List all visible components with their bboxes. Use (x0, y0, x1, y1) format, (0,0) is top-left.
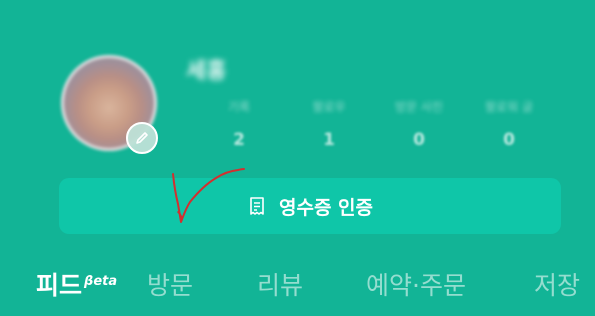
stat-followers[interactable]: 팔로워 글 0 (464, 98, 554, 150)
stat-value: 0 (503, 130, 515, 150)
profile-header: 세홍 기록 2 팔로우 1 방문 사진 0 팔로워 글 0 (0, 0, 595, 170)
pencil-icon (136, 132, 148, 144)
receipt-verify-label: 영수증 인증 (278, 196, 373, 219)
stat-label: 팔로워 글 (485, 100, 533, 114)
stat-value: 1 (323, 130, 335, 150)
stat-following[interactable]: 팔로우 1 (284, 98, 374, 150)
stat-value: 0 (413, 130, 425, 150)
profile-tabs: 피드 βeta 방문 리뷰 예약·주문 저장 (0, 266, 595, 314)
tab-feed[interactable]: 피드 βeta (36, 266, 117, 302)
stat-label: 팔로우 (312, 100, 346, 114)
tab-saved[interactable]: 저장 (534, 266, 580, 302)
stat-records[interactable]: 기록 2 (194, 98, 284, 150)
stat-label: 기록 (227, 100, 251, 114)
stat-photos[interactable]: 방문 사진 0 (374, 98, 464, 150)
profile-stats: 기록 2 팔로우 1 방문 사진 0 팔로워 글 0 (194, 98, 554, 150)
tab-feed-label: 피드 (36, 271, 83, 300)
receipt-verify-button[interactable]: 영수증 인증 (59, 178, 561, 234)
avatar-container[interactable] (61, 55, 158, 154)
tab-visits[interactable]: 방문 (147, 266, 193, 302)
tab-reservations-orders[interactable]: 예약·주문 (366, 266, 466, 302)
stat-value: 2 (233, 130, 245, 150)
edit-avatar-button[interactable] (126, 122, 158, 154)
profile-nickname: 세홍 (186, 59, 227, 84)
receipt-icon (250, 197, 264, 215)
tab-reviews[interactable]: 리뷰 (257, 266, 303, 302)
beta-badge: βeta (84, 273, 118, 289)
stat-label: 방문 사진 (395, 100, 443, 114)
